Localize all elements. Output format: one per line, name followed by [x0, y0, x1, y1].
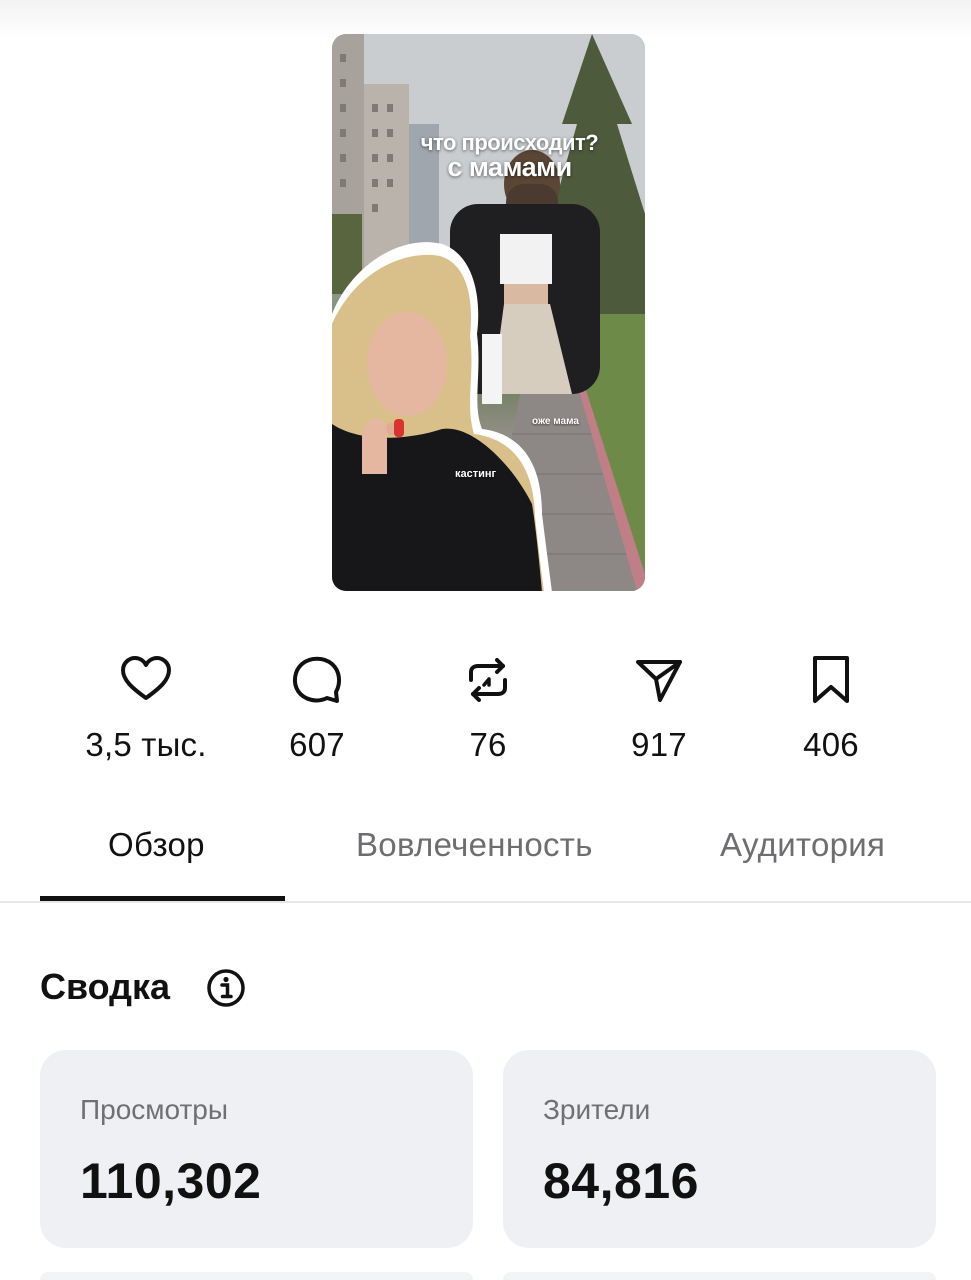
- viewers-card[interactable]: Зрители 84,816: [503, 1050, 936, 1248]
- stat-reposts[interactable]: 76: [398, 652, 578, 764]
- comment-icon: [292, 656, 342, 703]
- likes-count: 3,5 тыс.: [85, 726, 207, 763]
- bookmark-icon: [813, 656, 849, 703]
- share-icon: [636, 660, 682, 702]
- repost-icon: [469, 658, 507, 702]
- tab-overview[interactable]: Обзор: [108, 826, 205, 864]
- viewers-value: 84,816: [543, 1153, 699, 1209]
- next-card-edge: [503, 1272, 936, 1280]
- thumbnail-image: [332, 34, 645, 591]
- stat-likes[interactable]: 3,5 тыс.: [56, 652, 236, 764]
- thumbnail-caption-line2: с мамами: [447, 152, 572, 182]
- heart-icon: [121, 656, 171, 700]
- saves-count: 406: [803, 726, 859, 763]
- next-card-edge: [40, 1272, 473, 1280]
- thumbnail-overlay-casting: кастинг: [455, 468, 497, 480]
- info-icon[interactable]: [206, 968, 246, 1008]
- stat-comments[interactable]: 607: [227, 652, 407, 764]
- video-thumbnail[interactable]: что происходит? с мамами кастинг оже мам…: [332, 34, 645, 591]
- tabs-divider: [0, 901, 971, 903]
- tab-audience[interactable]: Аудитория: [720, 826, 885, 864]
- summary-title: Сводка: [40, 966, 171, 1007]
- views-card[interactable]: Просмотры 110,302: [40, 1050, 473, 1248]
- stat-saves[interactable]: 406: [741, 652, 921, 764]
- stat-shares[interactable]: 917: [569, 652, 749, 764]
- views-value: 110,302: [80, 1153, 262, 1209]
- thumbnail-overlay-partial: оже мама: [532, 416, 579, 427]
- viewers-label: Зрители: [543, 1094, 651, 1125]
- tab-engagement[interactable]: Вовлеченность: [356, 826, 593, 864]
- reposts-count: 76: [469, 726, 507, 763]
- comments-count: 607: [289, 726, 345, 763]
- shares-count: 917: [631, 726, 687, 763]
- views-label: Просмотры: [80, 1094, 228, 1125]
